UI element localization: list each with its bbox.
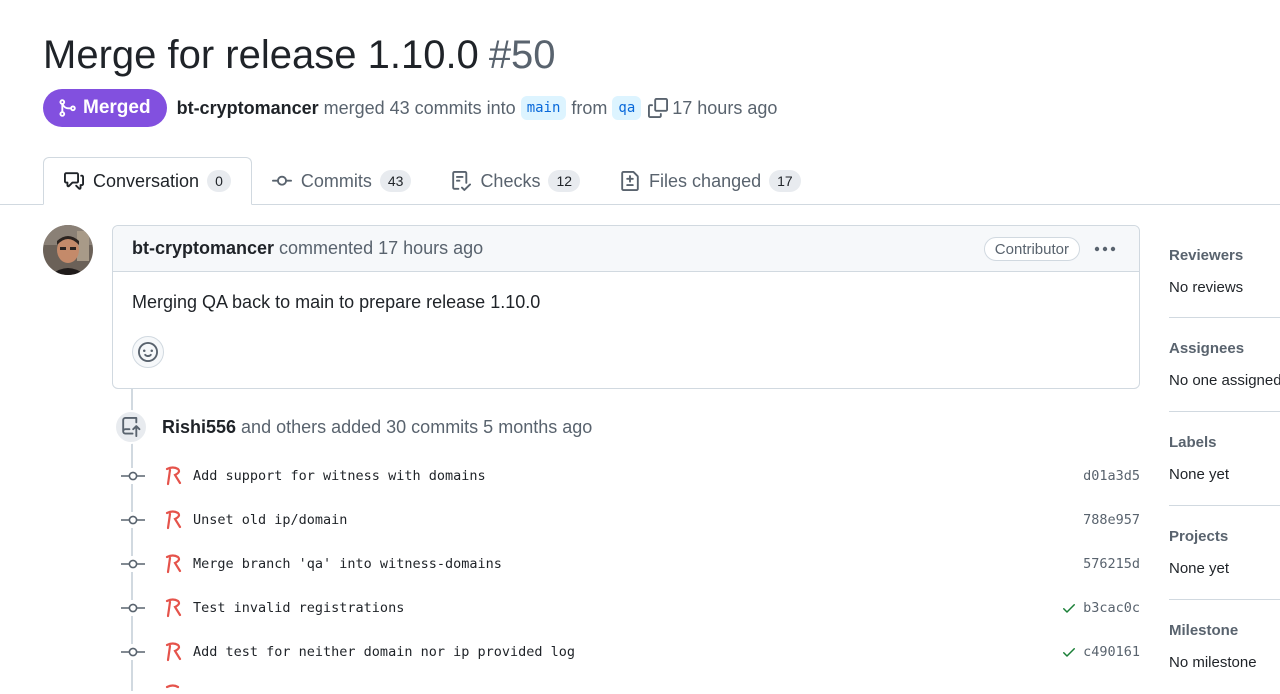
tab-files-changed-count: 17 <box>769 170 801 192</box>
pr-tabs: Conversation 0 Commits 43 Checks 12 File… <box>43 157 821 205</box>
tab-commits-label: Commits <box>300 170 372 191</box>
git-commit-icon <box>271 171 301 191</box>
commit-message-link[interactable]: Test invalid registrations <box>193 600 1060 616</box>
tab-conversation[interactable]: Conversation 0 <box>43 157 252 205</box>
commit-author-avatar[interactable] <box>164 510 182 530</box>
commit-author-avatar[interactable] <box>164 684 182 691</box>
commit-row: Add test for neither domain nor ip provi… <box>120 640 1140 664</box>
commit-author-avatar[interactable] <box>164 466 182 486</box>
commit-sha-link[interactable]: d01a3d5 <box>1083 468 1140 484</box>
reviewers-heading[interactable]: Reviewers <box>1169 247 1280 265</box>
check-icon[interactable] <box>1060 643 1078 661</box>
contributor-badge: Contributor <box>983 237 1080 261</box>
sidebar-labels: Labels None yet <box>1169 412 1280 506</box>
assignees-heading[interactable]: Assignees <box>1169 340 1280 358</box>
pr-number: #50 <box>488 33 556 77</box>
comment-body: Merging QA back to main to prepare relea… <box>132 292 541 312</box>
comment-author-link[interactable]: bt-cryptomancer <box>132 238 274 259</box>
git-commit-icon <box>120 512 146 528</box>
commit-author-avatar[interactable] <box>164 598 182 618</box>
commit-message-link[interactable]: Add test for neither domain nor ip provi… <box>193 644 1060 660</box>
smiley-icon <box>138 342 158 362</box>
tab-checks[interactable]: Checks 12 <box>431 157 600 205</box>
git-commit-icon <box>120 468 146 484</box>
sidebar-milestone: Milestone No milestone <box>1169 600 1280 694</box>
push-event-summary: and others added 30 commits 5 months ago <box>241 417 593 437</box>
tab-checks-count: 12 <box>548 170 581 192</box>
comment-header: bt-cryptomancer commented 17 hours ago C… <box>113 226 1139 272</box>
pr-time: 17 hours ago <box>672 97 778 118</box>
tab-checks-label: Checks <box>480 170 541 191</box>
projects-heading[interactable]: Projects <box>1169 528 1280 546</box>
tab-conversation-count: 0 <box>207 170 231 192</box>
tab-commits[interactable]: Commits 43 <box>252 157 432 205</box>
push-event-text: Rishi556 and others added 30 commits 5 mo… <box>162 414 592 440</box>
pr-author-link[interactable]: bt-cryptomancer <box>177 98 319 119</box>
git-merge-icon <box>57 98 77 118</box>
commit-author-avatar[interactable] <box>164 554 182 574</box>
tab-conversation-label: Conversation <box>93 170 200 191</box>
base-branch-link[interactable]: main <box>520 96 567 120</box>
commit-sha-link[interactable]: c490161 <box>1083 644 1140 660</box>
tab-files-changed-label: Files changed <box>649 170 762 191</box>
commit-message-link[interactable]: Merge branch 'qa' into witness-domains <box>193 556 1083 572</box>
labels-heading[interactable]: Labels <box>1169 434 1280 452</box>
labels-value: None yet <box>1169 466 1230 483</box>
comment-meta[interactable]: commented 17 hours ago <box>279 238 483 259</box>
commit-row: Unset old ip/domain 788e957 <box>120 508 1140 532</box>
commit-row: Merge branch 'qa' into witness-domains 5… <box>120 552 1140 576</box>
avatar[interactable] <box>43 225 93 275</box>
pr-title: Merge for release 1.10.0 #50 <box>43 30 556 80</box>
comment-discussion-icon <box>64 171 93 191</box>
git-commit-icon <box>120 644 146 660</box>
commit-author-avatar[interactable] <box>164 642 182 662</box>
copy-icon[interactable] <box>648 98 669 118</box>
projects-value: None yet <box>1169 560 1230 577</box>
milestone-heading[interactable]: Milestone <box>1169 622 1280 640</box>
merged-state-badge: Merged <box>43 89 167 127</box>
kebab-horizontal-icon[interactable] <box>1093 239 1117 259</box>
pr-meta: Merged bt-cryptomancer merged 43 commits… <box>43 89 777 127</box>
checklist-icon <box>451 171 480 191</box>
commit-message-link[interactable]: Unset old ip/domain <box>193 512 1083 528</box>
pr-title-text: Merge for release 1.10.0 <box>43 33 479 77</box>
head-branch-link[interactable]: qa <box>612 96 642 120</box>
git-commit-icon <box>120 600 146 616</box>
pr-sidebar: Reviewers No reviews Assignees No one as… <box>1169 225 1280 694</box>
assignees-value: No one assigned <box>1169 372 1280 389</box>
commit-sha-link[interactable]: 576215d <box>1083 556 1140 572</box>
commit-row: Test invalid registrations b3cac0c <box>120 596 1140 620</box>
commit-message-link[interactable]: Add support for witness with domains <box>193 468 1083 484</box>
commit-sha-link[interactable]: b3cac0c <box>1083 600 1140 616</box>
git-commit-icon <box>120 556 146 572</box>
commit-row: Add support for witness with domains d01… <box>120 464 1140 488</box>
tab-commits-count: 43 <box>379 170 412 192</box>
check-icon[interactable] <box>1060 599 1078 617</box>
milestone-value: No milestone <box>1169 654 1257 671</box>
from-text: from <box>571 97 608 118</box>
merged-state-label: Merged <box>83 97 151 118</box>
commit-sha-link[interactable]: 788e957 <box>1083 512 1140 528</box>
add-reaction-button[interactable] <box>132 336 164 368</box>
sidebar-projects: Projects None yet <box>1169 506 1280 600</box>
reviewers-value: No reviews <box>1169 279 1244 296</box>
merge-text: merged 43 commits into <box>323 97 516 118</box>
pr-description-comment: bt-cryptomancer commented 17 hours ago C… <box>112 225 1140 389</box>
repo-push-icon <box>114 410 148 444</box>
sidebar-reviewers: Reviewers No reviews <box>1169 225 1280 318</box>
sidebar-assignees: Assignees No one assigned <box>1169 318 1280 412</box>
file-diff-icon <box>620 171 649 191</box>
push-author-link[interactable]: Rishi556 <box>162 417 236 437</box>
tab-files-changed[interactable]: Files changed 17 <box>600 157 821 205</box>
